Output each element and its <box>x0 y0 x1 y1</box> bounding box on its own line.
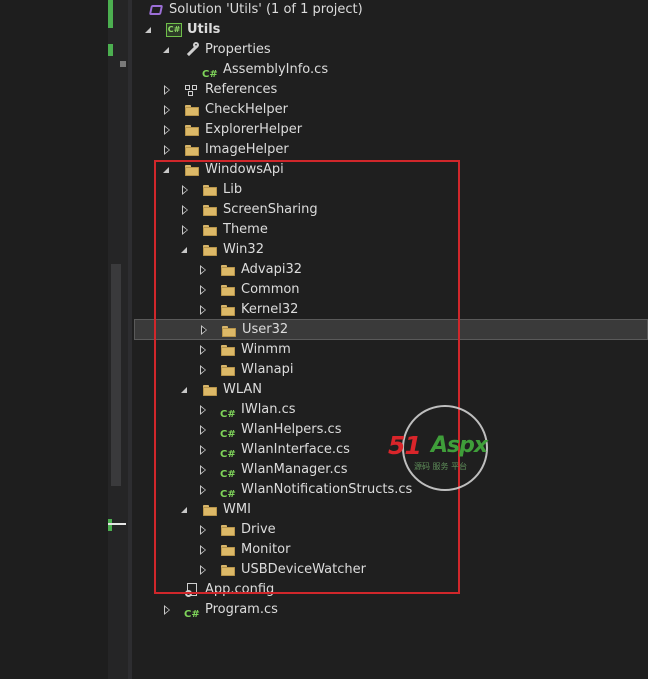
tree-item-explorerhelper[interactable]: ExplorerHelper <box>0 120 648 140</box>
tree-item-label: Win32 <box>223 242 264 257</box>
collapse-arrow-icon[interactable] <box>161 123 173 137</box>
tree-item-wlannotificationstructs[interactable]: C# WlanNotificationStructs.cs <box>0 480 648 500</box>
expand-arrow-icon[interactable] <box>161 163 173 177</box>
tree-item-label: ScreenSharing <box>223 202 318 217</box>
tree-item-properties[interactable]: Properties <box>0 40 648 60</box>
csharp-file-icon: C# <box>220 489 236 500</box>
tree-item-iwlan[interactable]: C# IWlan.cs <box>0 400 648 420</box>
tree-item-wlanapi[interactable]: Wlanapi <box>0 360 648 380</box>
tree-item-label: Advapi32 <box>241 262 302 277</box>
tree-item-label: WlanNotificationStructs.cs <box>241 482 413 497</box>
collapse-arrow-icon[interactable] <box>198 323 210 337</box>
collapse-arrow-icon[interactable] <box>197 263 209 277</box>
tree-item-program[interactable]: C# Program.cs <box>0 600 648 620</box>
tree-item-win32[interactable]: Win32 <box>0 240 648 260</box>
collapse-arrow-icon[interactable] <box>197 443 209 457</box>
collapse-arrow-icon[interactable] <box>197 543 209 557</box>
tree-item-user32[interactable]: User32 <box>134 319 648 340</box>
tree-item-imagehelper[interactable]: ImageHelper <box>0 140 648 160</box>
collapse-arrow-icon[interactable] <box>197 363 209 377</box>
tree-item-label: Monitor <box>241 542 291 557</box>
collapse-arrow-icon[interactable] <box>197 483 209 497</box>
tree-item-kernel32[interactable]: Kernel32 <box>0 300 648 320</box>
tree-item-checkhelper[interactable]: CheckHelper <box>0 100 648 120</box>
tree-item-label: WlanInterface.cs <box>241 442 350 457</box>
tree-item-label: Utils <box>187 22 221 37</box>
collapse-arrow-icon[interactable] <box>179 223 191 237</box>
tree-item-solution[interactable]: Solution 'Utils' (1 of 1 project) <box>0 0 648 20</box>
collapse-arrow-icon[interactable] <box>197 343 209 357</box>
collapse-arrow-icon[interactable] <box>197 563 209 577</box>
tree-item-label: WMI <box>223 502 251 517</box>
collapse-arrow-icon[interactable] <box>197 283 209 297</box>
tree-item-advapi32[interactable]: Advapi32 <box>0 260 648 280</box>
csharp-file-icon: C# <box>220 449 236 460</box>
collapse-arrow-icon[interactable] <box>179 203 191 217</box>
tree-item-label: Lib <box>223 182 243 197</box>
collapse-arrow-icon[interactable] <box>161 103 173 117</box>
tree-item-label: CheckHelper <box>205 102 288 117</box>
tree-item-label: Drive <box>241 522 276 537</box>
tree-item-wlaninterface[interactable]: C# WlanInterface.cs <box>0 440 648 460</box>
tree-item-label: App.config <box>205 582 275 597</box>
expand-arrow-icon[interactable] <box>179 383 191 397</box>
tree-item-label: References <box>205 82 278 97</box>
tree-item-wlanhelpers[interactable]: C# WlanHelpers.cs <box>0 420 648 440</box>
tree-item-label: WLAN <box>223 382 263 397</box>
tree-item-wlan[interactable]: WLAN <box>0 380 648 400</box>
collapse-arrow-icon[interactable] <box>179 183 191 197</box>
tree-item-screensharing[interactable]: ScreenSharing <box>0 200 648 220</box>
csharp-project-icon: C# <box>166 23 182 37</box>
tree-item-label: User32 <box>242 322 289 337</box>
tree-item-wlanmanager[interactable]: C# WlanManager.cs <box>0 460 648 480</box>
tree-item-label: USBDeviceWatcher <box>241 562 366 577</box>
tree-item-label: ExplorerHelper <box>205 122 303 137</box>
csharp-file-icon: C# <box>220 409 236 420</box>
tree-item-label: Theme <box>223 222 268 237</box>
tree-item-label: Wlanapi <box>241 362 294 377</box>
collapse-arrow-icon[interactable] <box>161 603 173 617</box>
tree-item-label: Properties <box>205 42 271 57</box>
expand-arrow-icon[interactable] <box>179 503 191 517</box>
tree-item-common[interactable]: Common <box>0 280 648 300</box>
tree-item-monitor[interactable]: Monitor <box>0 540 648 560</box>
tree-item-label: Solution 'Utils' (1 of 1 project) <box>169 2 363 17</box>
collapse-arrow-icon[interactable] <box>197 423 209 437</box>
tree-item-theme[interactable]: Theme <box>0 220 648 240</box>
tree-item-winmm[interactable]: Winmm <box>0 340 648 360</box>
tree-item-label: IWlan.cs <box>241 402 296 417</box>
collapse-arrow-icon[interactable] <box>197 303 209 317</box>
expand-arrow-icon[interactable] <box>161 43 173 57</box>
csharp-file-icon: C# <box>220 429 236 440</box>
expand-arrow-icon[interactable] <box>143 23 155 37</box>
tree-item-appconfig[interactable]: App.config <box>0 580 648 600</box>
tree-item-lib[interactable]: Lib <box>0 180 648 200</box>
collapse-arrow-icon[interactable] <box>161 83 173 97</box>
collapse-arrow-icon[interactable] <box>197 523 209 537</box>
tree-item-label: WindowsApi <box>205 162 284 177</box>
collapse-arrow-icon[interactable] <box>197 463 209 477</box>
csharp-file-icon: C# <box>220 469 236 480</box>
collapse-arrow-icon[interactable] <box>197 403 209 417</box>
csharp-file-icon: C# <box>184 609 200 620</box>
tree-item-windowsapi[interactable]: WindowsApi <box>0 160 648 180</box>
tree-item-label: AssemblyInfo.cs <box>223 62 329 77</box>
tree-item-label: ImageHelper <box>205 142 289 157</box>
collapse-arrow-icon[interactable] <box>161 143 173 157</box>
tree-item-label: Kernel32 <box>241 302 299 317</box>
tree-item-label: Program.cs <box>205 602 278 617</box>
tree-item-label: WlanHelpers.cs <box>241 422 342 437</box>
tree-item-usbdevicewatcher[interactable]: USBDeviceWatcher <box>0 560 648 580</box>
tree-item-references[interactable]: References <box>0 80 648 100</box>
tree-item-wmi[interactable]: WMI <box>0 500 648 520</box>
expand-arrow-icon[interactable] <box>179 243 191 257</box>
tree-item-label: Common <box>241 282 300 297</box>
tree-item-label: Winmm <box>241 342 291 357</box>
tree-item-assemblyinfo[interactable]: C# AssemblyInfo.cs <box>0 60 648 80</box>
tree-item-label: WlanManager.cs <box>241 462 348 477</box>
csharp-file-icon: C# <box>202 69 218 80</box>
tree-item-project-utils[interactable]: C# Utils <box>0 20 648 40</box>
tree-item-drive[interactable]: Drive <box>0 520 648 540</box>
